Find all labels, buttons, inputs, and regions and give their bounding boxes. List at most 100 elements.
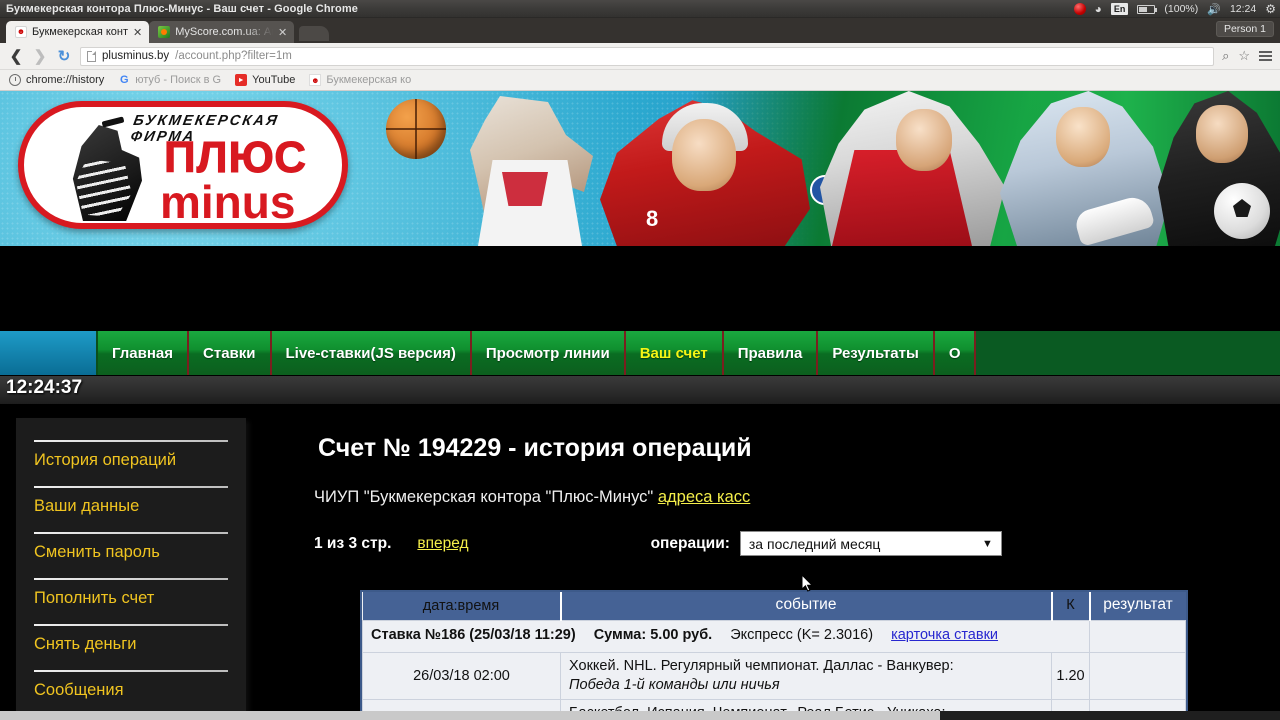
operations-selected-value: за последний месяц (748, 535, 881, 552)
url-host: plusminus.by (102, 50, 170, 62)
bookmark-plusminus[interactable]: ☻ Букмекерская ко (309, 74, 411, 86)
myscore-favicon (158, 26, 171, 38)
sidebar-item-messages[interactable]: Сообщения (34, 672, 228, 706)
reload-icon[interactable]: ↻ (56, 47, 72, 65)
plusminus-favicon: ☻ (309, 74, 322, 86)
google-icon: G (119, 74, 129, 86)
site-logo[interactable]: БУКМЕКЕРСКАЯ ФИРМА ПЛЮС minus (18, 101, 348, 229)
address-bar[interactable]: plusminus.by/account.php?filter=1m (80, 46, 1215, 66)
browser-tab-0[interactable]: ☻ Букмекерская конт ✕ (6, 21, 150, 43)
operations-period-select[interactable]: за последний месяц ▼ (739, 531, 1002, 556)
nav-spacer (0, 331, 96, 375)
sidebar-item-history[interactable]: История операций (34, 442, 228, 476)
nav-item-live-stavki[interactable]: Live-ставки(JS версия) (271, 331, 472, 375)
account-sidebar: История операций Ваши данные Сменить пар… (16, 418, 246, 720)
row-result (1089, 651, 1186, 701)
nav-item-vash-schet[interactable]: Ваш счет (625, 331, 724, 375)
url-path: /account.php?filter=1m (175, 50, 292, 62)
chrome-menu-icon[interactable] (1259, 51, 1272, 61)
tab-strip: ☻ Букмекерская конт ✕ MyScore.com.ua: Ак… (0, 18, 1280, 43)
page-title: Счет № 194229 - история операций (318, 434, 752, 462)
nav-label: Ваш счет (639, 344, 708, 362)
bookmark-label: ютуб - Поиск в G (135, 74, 222, 86)
sidebar-item-deposit[interactable]: Пополнить счет (34, 580, 228, 614)
system-clock[interactable]: 12:24 (1230, 3, 1256, 15)
player-face (1056, 107, 1110, 167)
nav-item-rezultaty[interactable]: Результаты (818, 331, 935, 375)
column-header-event: событие (560, 592, 1053, 621)
forward-icon[interactable]: ❯ (32, 47, 48, 65)
bet-card-link[interactable]: карточка ставки (891, 627, 998, 643)
sidebar-item-withdraw[interactable]: Снять деньги (34, 626, 228, 660)
nav-label: О (948, 344, 961, 362)
row-event: Хоккей. NHL. Регулярный чемпионат. Далла… (560, 651, 1052, 701)
battery-icon[interactable] (1137, 4, 1158, 14)
nav-label: Просмотр линии (485, 344, 610, 362)
nav-label: Live-ставки(JS версия) (285, 344, 456, 362)
new-tab-button[interactable] (299, 26, 330, 41)
volume-icon[interactable]: 🔊 (1207, 3, 1221, 16)
close-icon[interactable]: ✕ (278, 26, 287, 39)
gear-icon[interactable]: ⚙ (1265, 2, 1276, 16)
nav-item-glavnaya[interactable]: Главная (96, 331, 190, 375)
bookmarks-bar: chrome://history G ютуб - Поиск в G ► Yo… (0, 70, 1280, 91)
scrollbar-thumb[interactable] (0, 711, 940, 720)
sidebar-item-change-password[interactable]: Сменить пароль (34, 534, 228, 568)
sidebar-item-your-data[interactable]: Ваши данные (34, 488, 228, 522)
athlete-jersey (832, 150, 972, 246)
bet-amount: Сумма: 5.00 руб. (593, 627, 713, 643)
bet-number: Ставка №186 (25/03/18 11:29) (371, 627, 576, 643)
next-page-link[interactable]: вперед (417, 535, 468, 553)
horizontal-scrollbar[interactable] (0, 711, 1280, 720)
nav-item-pravila[interactable]: Правила (723, 331, 819, 375)
youtube-icon: ► (235, 74, 248, 86)
row-coefficient: 1.20 (1051, 651, 1090, 701)
bet-summary-row: Ставка №186 (25/03/18 11:29) Сумма: 5.00 … (362, 620, 1186, 653)
operations-table: дата:время событие К результат Ставка №1… (362, 592, 1186, 720)
bookmark-star-icon[interactable]: ☆ (1238, 48, 1250, 64)
system-tray: ◕ En (100%) 🔊 12:24 ⚙ (1073, 0, 1276, 18)
close-icon[interactable]: ✕ (133, 26, 142, 39)
site-nav: Главная Ставки Live-ставки(JS версия) Пр… (0, 331, 1280, 375)
chevron-down-icon: ▼ (982, 537, 993, 550)
company-text: ЧИУП "Букмекерская контора "Плюс-Минус" (314, 488, 654, 506)
nav-label: Ставки (203, 344, 256, 362)
back-icon[interactable]: ❮ (8, 47, 24, 65)
plusminus-favicon: ☻ (15, 26, 27, 38)
player-face (1196, 105, 1248, 163)
column-header-datetime: дата:время (362, 592, 562, 621)
history-icon (9, 74, 21, 86)
profile-chip[interactable]: Person 1 (1215, 21, 1274, 37)
operations-table-wrapper: дата:время событие К результат Ставка №1… (360, 590, 1188, 720)
bet-type: Экспресс (K= 2.3016) (730, 627, 874, 643)
player-face (896, 109, 952, 171)
row-datetime: 26/03/18 02:00 (362, 651, 561, 701)
nav-label: Правила (737, 344, 803, 362)
window-title: Букмекерская контора Плюс-Минус - Ваш сч… (6, 2, 358, 15)
cash-desk-addresses-link[interactable]: адреса касс (658, 488, 750, 506)
soccer-ball-image (1214, 183, 1270, 239)
bet-summary-cell: Ставка №186 (25/03/18 11:29) Сумма: 5.00 … (362, 620, 1090, 653)
page-info-icon[interactable] (87, 50, 96, 62)
page-indicator: 1 из 3 стр. (314, 534, 392, 552)
browser-tab-1[interactable]: MyScore.com.ua: Ак ✕ (149, 21, 295, 43)
tab-label: MyScore.com.ua: Ак (175, 26, 273, 38)
battery-percent-label: (100%) (1164, 3, 1199, 15)
bookmark-label: Букмекерская ко (326, 74, 412, 86)
wifi-icon[interactable]: ◕ (1095, 2, 1102, 16)
event-pick: Победа 1-й команды или ничья (569, 676, 780, 693)
zoom-icon[interactable]: ⌕ (1222, 48, 1229, 64)
record-indicator-icon[interactable] (1073, 3, 1086, 15)
bookmark-history[interactable]: chrome://history (9, 74, 104, 86)
logo-dash (101, 116, 125, 128)
nav-item-prosmotr-linii[interactable]: Просмотр линии (471, 331, 626, 375)
player-face (672, 119, 736, 191)
keyboard-language-indicator[interactable]: En (1110, 3, 1129, 15)
bookmark-youtube-search[interactable]: G ютуб - Поиск в G (118, 74, 221, 86)
nav-item-o-nas[interactable]: О (934, 331, 977, 375)
nav-item-stavki[interactable]: Ставки (189, 331, 272, 375)
tab-label: Букмекерская конт (32, 26, 128, 38)
jersey-number: 8 (646, 206, 659, 231)
bookmark-youtube[interactable]: ► YouTube (235, 74, 295, 86)
nav-label: Результаты (832, 344, 919, 362)
